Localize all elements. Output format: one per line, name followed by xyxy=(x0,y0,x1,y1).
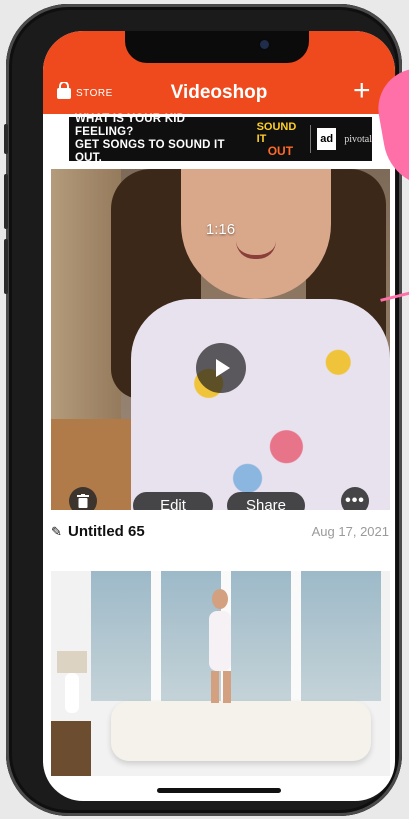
ad-council-logo: ad xyxy=(317,128,337,150)
logo-line-2: OUT xyxy=(267,143,294,158)
sound-it-out-logo: SOUND IT OUT xyxy=(256,120,305,158)
video-duration: 1:16 xyxy=(205,221,236,238)
ad-divider xyxy=(310,125,312,153)
phone-frame: STORE Videoshop + WHAT IS YOUR KID FEELI… xyxy=(4,4,402,816)
volume-up-button xyxy=(4,174,8,229)
photo-subject-dress xyxy=(131,299,390,510)
photo-subject-legs xyxy=(211,671,231,703)
photo-subject-head xyxy=(212,589,228,609)
share-button[interactable]: Share xyxy=(227,492,305,510)
trash-icon[interactable] xyxy=(69,487,97,510)
background-window xyxy=(91,571,151,701)
photo-subject-body xyxy=(209,611,231,671)
edit-button[interactable]: Edit xyxy=(133,492,213,510)
plus-icon[interactable]: + xyxy=(353,76,371,106)
side-table xyxy=(51,721,91,776)
more-icon[interactable]: ••• xyxy=(341,487,369,510)
ad-text: WHAT IS YOUR KID FEELING? GET SONGS TO S… xyxy=(75,113,247,165)
video-thumbnail[interactable]: 1:16 Edit Share ••• xyxy=(51,169,390,510)
video-thumbnail-2[interactable] xyxy=(51,571,390,776)
notch xyxy=(125,31,309,63)
video-title[interactable]: Untitled 65 xyxy=(68,523,145,540)
play-icon[interactable] xyxy=(196,343,246,393)
mute-switch xyxy=(4,124,8,154)
pencil-icon[interactable]: ✎ xyxy=(51,524,62,540)
ad-banner[interactable]: WHAT IS YOUR KID FEELING? GET SONGS TO S… xyxy=(69,113,372,164)
ad-line-1: WHAT IS YOUR KID FEELING? xyxy=(75,113,186,138)
logo-line-1: SOUND IT xyxy=(256,120,297,145)
window-frame xyxy=(151,571,161,711)
lamp-shade xyxy=(57,651,87,673)
volume-down-button xyxy=(4,239,8,294)
window-frame xyxy=(291,571,301,711)
video-date: Aug 17, 2021 xyxy=(311,524,389,539)
front-camera xyxy=(260,40,269,49)
lamp-base xyxy=(65,673,79,713)
app-screen: STORE Videoshop + WHAT IS YOUR KID FEELI… xyxy=(43,31,395,801)
app-title: Videoshop xyxy=(170,82,268,103)
background-window xyxy=(301,571,381,701)
video-meta-row: ✎ Untitled 65 Aug 17, 2021 xyxy=(49,522,389,544)
background-window xyxy=(231,571,291,701)
home-indicator[interactable] xyxy=(157,788,281,793)
couch xyxy=(111,701,371,761)
ad-line-2: GET SONGS TO SOUND IT OUT. xyxy=(75,139,225,164)
partner-name: pivotal xyxy=(344,133,372,145)
